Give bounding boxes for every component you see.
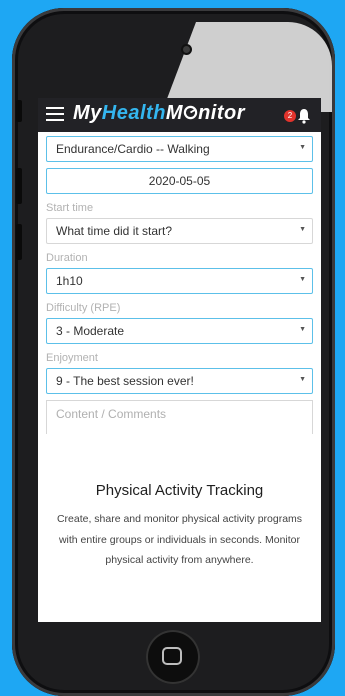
home-button[interactable] — [146, 630, 200, 684]
promo-text: Create, share and monitor physical activ… — [56, 513, 303, 566]
enjoyment-label: Enjoyment — [46, 352, 98, 364]
difficulty-select[interactable]: 3 - Moderate ▼ — [46, 318, 313, 344]
front-camera-icon — [183, 46, 190, 53]
hamburger-icon[interactable] — [46, 107, 64, 125]
mute-switch — [16, 100, 22, 122]
logo-o-icon — [183, 105, 198, 120]
volume-up-button — [16, 168, 22, 204]
caret-down-icon: ▼ — [299, 326, 306, 333]
volume-down-button — [16, 224, 22, 260]
difficulty-label: Difficulty (RPE) — [46, 302, 121, 314]
notification-badge[interactable]: 2 — [284, 110, 296, 122]
phone-frame: MyHealthM nitor 2 Endurance/Cardio -- Wal… — [12, 8, 335, 696]
promo-panel: Physical Activity Tracking Create, share… — [38, 454, 321, 622]
start-time-select[interactable]: What time did it start? ▼ — [46, 218, 313, 244]
app-logo[interactable]: MyHealthM nitor — [73, 102, 245, 125]
home-button-icon — [162, 647, 182, 665]
start-time-label: Start time — [46, 202, 94, 214]
app-header: MyHealthM nitor 2 — [38, 98, 321, 132]
enjoyment-select[interactable]: 9 - The best session ever! ▼ — [46, 368, 313, 394]
activity-select[interactable]: Endurance/Cardio -- Walking ▼ — [46, 136, 313, 162]
duration-select[interactable]: 1h10 ▼ — [46, 268, 313, 294]
comments-textarea[interactable]: Content / Comments — [46, 400, 313, 434]
phone-screen: MyHealthM nitor 2 Endurance/Cardio -- Wal… — [38, 98, 321, 622]
promo-title: Physical Activity Tracking — [95, 482, 264, 499]
duration-label: Duration — [46, 252, 88, 264]
caret-down-icon: ▼ — [299, 144, 306, 151]
caret-down-icon: ▼ — [299, 226, 306, 233]
bell-icon[interactable] — [297, 108, 311, 124]
activity-form: Endurance/Cardio -- Walking ▼ 2020-05-05… — [38, 132, 321, 434]
date-input[interactable]: 2020-05-05 — [46, 168, 313, 194]
caret-down-icon: ▼ — [299, 276, 306, 283]
caret-down-icon: ▼ — [299, 376, 306, 383]
